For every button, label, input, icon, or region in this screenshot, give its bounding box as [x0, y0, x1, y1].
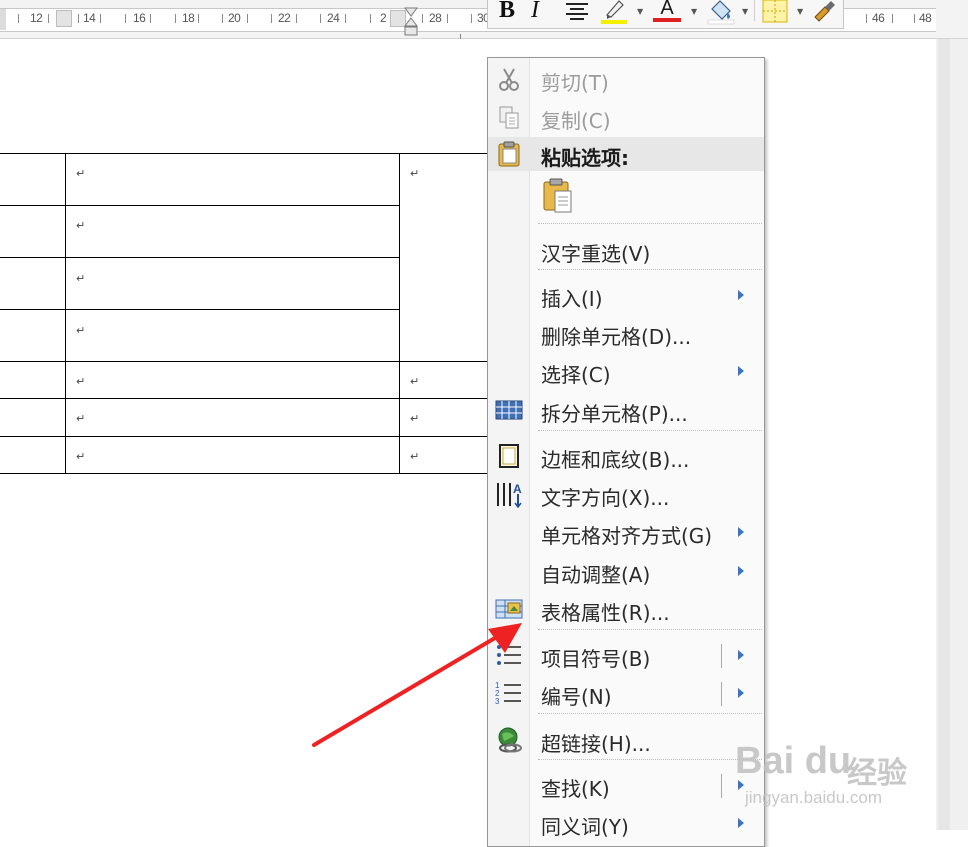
baidu-watermark: Bai du 经验 jingyan.baidu.com — [735, 718, 925, 818]
menu-item-hanzi-reselect[interactable]: 汉字重选(V) — [488, 233, 764, 267]
menu-item-label: 自动调整(A) — [541, 563, 651, 587]
menu-item-label: 同义词(Y) — [541, 815, 629, 839]
menu-separator — [538, 430, 762, 431]
cell-end-mark: ↵ — [410, 375, 420, 388]
table-border — [0, 309, 400, 310]
menu-item-label: 超链接(H)... — [541, 732, 651, 756]
paste-keep-text-icon[interactable] — [541, 177, 577, 215]
menu-item-label: 插入(I) — [541, 287, 603, 311]
cell-end-mark: ↵ — [76, 167, 86, 180]
menu-item-label: 文字方向(X)... — [541, 486, 670, 510]
menu-separator — [538, 629, 762, 630]
cell-end-mark: ↵ — [76, 450, 86, 463]
menu-separator — [538, 269, 762, 270]
menu-item-delete-cells[interactable]: 删除单元格(D)... — [488, 316, 764, 350]
submenu-arrow-icon — [738, 818, 744, 828]
annotation-arrow-icon — [312, 623, 522, 747]
table-border — [0, 205, 400, 206]
submenu-arrow-icon[interactable] — [738, 688, 744, 698]
paste-options-header: 粘贴选项: — [488, 137, 764, 171]
menu-item-cut[interactable]: 剪切(T) — [488, 62, 764, 96]
cell-end-mark: ↵ — [76, 272, 86, 285]
paste-icon — [498, 141, 520, 167]
watermark-title: 经验 — [847, 756, 907, 791]
split-divider — [721, 774, 722, 798]
submenu-arrow-icon — [738, 527, 744, 537]
menu-item-label: 选择(C) — [541, 363, 611, 387]
menu-item-label: 项目符号(B) — [541, 647, 651, 671]
menu-item-label: 边框和底纹(B)... — [541, 448, 690, 472]
table-border — [0, 398, 487, 399]
cell-end-mark: ↵ — [410, 167, 420, 180]
submenu-arrow-icon[interactable] — [738, 650, 744, 660]
cell-end-mark: ↵ — [76, 412, 86, 425]
menu-item-text-direction[interactable]: A 文字方向(X)... — [488, 477, 764, 511]
table-border — [0, 473, 487, 474]
cell-end-mark: ↵ — [410, 450, 420, 463]
menu-item-label: 复制(C) — [541, 109, 611, 133]
menu-item-insert[interactable]: 插入(I) — [488, 278, 764, 312]
table-border — [0, 436, 487, 437]
menu-separator — [538, 713, 762, 714]
menu-item-synonyms[interactable]: 同义词(Y) — [488, 806, 764, 840]
split-cells-icon — [495, 400, 523, 420]
menu-separator — [538, 759, 762, 760]
cell-end-mark: ↵ — [76, 324, 86, 337]
menu-item-label: 查找(K) — [541, 777, 610, 801]
menu-item-label: 粘贴选项: — [541, 146, 629, 170]
vertical-scrollbar[interactable] — [936, 39, 968, 830]
menu-item-label: 拆分单元格(P)... — [541, 402, 688, 426]
menu-item-select[interactable]: 选择(C) — [488, 354, 764, 388]
copy-icon — [499, 106, 519, 129]
cell-end-mark: ↵ — [76, 375, 86, 388]
menu-item-label: 编号(N) — [541, 685, 612, 709]
borders-shading-icon — [499, 444, 519, 468]
text-direction-icon: A — [497, 482, 522, 508]
menu-item-label: 汉字重选(V) — [541, 242, 651, 266]
scrollbar-track[interactable] — [938, 39, 950, 830]
menu-item-cell-alignment[interactable]: 单元格对齐方式(G) — [488, 515, 764, 549]
menu-item-copy[interactable]: 复制(C) — [488, 100, 764, 134]
submenu-arrow-icon — [738, 566, 744, 576]
watermark-url: jingyan.baidu.com — [745, 788, 883, 807]
menu-item-label: 单元格对齐方式(G) — [541, 524, 713, 548]
menu-item-autofit[interactable]: 自动调整(A) — [488, 554, 764, 588]
table-border — [399, 153, 400, 474]
watermark-logo: Bai du — [735, 740, 852, 782]
menu-item-split-cells[interactable]: 拆分单元格(P)... — [488, 393, 764, 427]
table-border — [65, 153, 66, 474]
svg-text:A: A — [513, 482, 522, 496]
menu-item-label: 剪切(T) — [541, 71, 609, 95]
cell-end-mark: ↵ — [76, 219, 86, 232]
table-border — [0, 257, 400, 258]
menu-item-label: 表格属性(R)... — [541, 601, 670, 625]
menu-item-borders-shading[interactable]: 边框和底纹(B)... — [488, 439, 764, 473]
menu-item-label: 删除单元格(D)... — [541, 325, 692, 349]
submenu-arrow-icon — [738, 290, 744, 300]
table-border — [0, 361, 487, 362]
cell-end-mark: ↵ — [410, 412, 420, 425]
scissors-icon — [499, 68, 519, 91]
menu-item-find[interactable]: 查找(K) — [488, 768, 764, 802]
submenu-arrow-icon — [738, 366, 744, 376]
menu-separator — [538, 223, 762, 224]
table-border — [0, 153, 487, 154]
split-divider — [721, 644, 722, 668]
split-divider — [721, 682, 722, 706]
